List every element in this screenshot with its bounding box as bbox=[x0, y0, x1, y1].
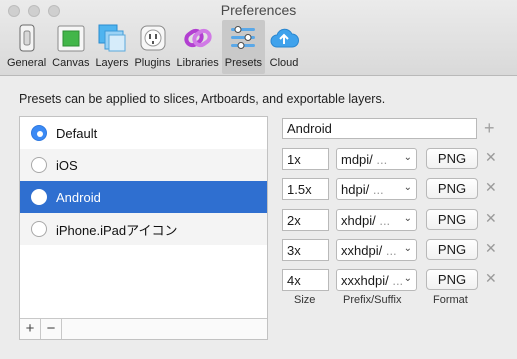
prefix-suffix-combobox[interactable]: xhdpi/ ... ⌄ bbox=[336, 209, 417, 231]
format-popup-button[interactable]: PNG bbox=[426, 178, 478, 199]
default-radio[interactable] bbox=[31, 157, 47, 173]
chevron-down-icon: ⌄ bbox=[403, 152, 412, 163]
prefix-value: xhdpi/ bbox=[341, 213, 376, 228]
preset-item-ios[interactable]: iOS bbox=[20, 149, 267, 181]
remove-row-icon[interactable]: ✕ bbox=[485, 149, 497, 166]
preferences-toolbar: General Canvas Layers Plugins Libraries … bbox=[4, 20, 303, 76]
tab-cloud-label: Cloud bbox=[269, 57, 299, 69]
export-row: 1.5x hdpi/ ... ⌄ PNG ✕ bbox=[282, 178, 502, 200]
title-toolbar: Preferences General Canvas Layers Plugin… bbox=[0, 0, 517, 76]
presets-description: Presets can be applied to slices, Artboa… bbox=[19, 92, 386, 106]
preset-name-field[interactable]: Android bbox=[282, 118, 477, 139]
remove-row-icon[interactable]: ✕ bbox=[485, 270, 497, 287]
tab-libraries-label: Libraries bbox=[176, 57, 219, 69]
canvas-icon bbox=[55, 22, 87, 54]
prefix-hint: ... bbox=[372, 182, 384, 197]
remove-row-icon[interactable]: ✕ bbox=[485, 210, 497, 227]
tab-plugins-label: Plugins bbox=[134, 57, 171, 69]
default-radio[interactable] bbox=[31, 189, 47, 205]
prefix-hint: ... bbox=[392, 273, 404, 288]
libraries-icon bbox=[182, 22, 214, 54]
tab-layers-label: Layers bbox=[95, 57, 129, 69]
tab-presets-label: Presets bbox=[224, 57, 263, 69]
preset-list: Default iOS Android iPhone.iPadアイコン + − bbox=[19, 116, 268, 340]
tab-general[interactable]: General bbox=[4, 20, 49, 74]
prefix-hint: ... bbox=[376, 152, 388, 167]
format-popup-button[interactable]: PNG bbox=[426, 209, 478, 230]
tab-cloud[interactable]: Cloud bbox=[265, 20, 303, 74]
layers-icon bbox=[96, 22, 128, 54]
tab-general-label: General bbox=[7, 57, 47, 69]
cloud-icon bbox=[268, 22, 300, 54]
tab-plugins[interactable]: Plugins bbox=[131, 20, 173, 74]
format-popup-button[interactable]: PNG bbox=[426, 148, 478, 169]
default-radio[interactable] bbox=[31, 221, 47, 237]
tab-canvas-label: Canvas bbox=[52, 57, 90, 69]
export-row: 4x xxxhdpi/ ... ⌄ PNG ✕ bbox=[282, 269, 502, 291]
prefix-suffix-combobox[interactable]: xxhdpi/ ... ⌄ bbox=[336, 239, 417, 261]
remove-preset-button[interactable]: − bbox=[41, 319, 62, 339]
general-icon bbox=[11, 22, 43, 54]
remove-row-icon[interactable]: ✕ bbox=[485, 179, 497, 196]
tab-libraries[interactable]: Libraries bbox=[174, 20, 222, 74]
prefix-value: hdpi/ bbox=[341, 182, 370, 197]
default-radio[interactable] bbox=[31, 125, 47, 141]
tab-layers[interactable]: Layers bbox=[92, 20, 131, 74]
preset-list-footer: + − bbox=[20, 318, 267, 339]
size-field[interactable]: 1.5x bbox=[282, 178, 329, 200]
chevron-down-icon: ⌄ bbox=[403, 273, 412, 284]
remove-row-icon[interactable]: ✕ bbox=[485, 240, 497, 257]
prefix-value: xxhdpi/ bbox=[341, 243, 383, 258]
preset-item-default[interactable]: Default bbox=[20, 117, 267, 149]
window-title: Preferences bbox=[220, 2, 297, 18]
preset-item-android[interactable]: Android bbox=[20, 181, 267, 213]
prefix-value: mdpi/ bbox=[341, 152, 373, 167]
add-preset-button[interactable]: + bbox=[20, 319, 41, 339]
format-column-label: Format bbox=[433, 294, 468, 306]
preset-item-label: iPhone.iPadアイコン bbox=[56, 222, 178, 238]
size-field[interactable]: 1x bbox=[282, 148, 329, 170]
format-popup-button[interactable]: PNG bbox=[426, 239, 478, 260]
tab-canvas[interactable]: Canvas bbox=[49, 20, 92, 74]
add-scale-icon[interactable]: + bbox=[484, 118, 495, 138]
size-column-label: Size bbox=[294, 294, 316, 306]
size-field[interactable]: 3x bbox=[282, 239, 329, 261]
preset-item-iphone-ipad[interactable]: iPhone.iPadアイコン bbox=[20, 213, 267, 245]
preset-item-label: iOS bbox=[56, 157, 78, 173]
prefix-hint: ... bbox=[379, 213, 391, 228]
chevron-down-icon: ⌄ bbox=[403, 182, 412, 193]
size-field[interactable]: 4x bbox=[282, 269, 329, 291]
format-popup-button[interactable]: PNG bbox=[426, 269, 478, 290]
size-field[interactable]: 2x bbox=[282, 209, 329, 231]
preset-item-label: Android bbox=[56, 189, 101, 205]
presets-icon bbox=[227, 22, 259, 54]
prefix-hint: ... bbox=[385, 243, 397, 258]
preferences-window: Preferences General Canvas Layers Plugin… bbox=[0, 0, 517, 359]
export-row: 1x mdpi/ ... ⌄ PNG ✕ bbox=[282, 148, 502, 170]
export-row: 3x xxhdpi/ ... ⌄ PNG ✕ bbox=[282, 239, 502, 261]
plugins-icon bbox=[137, 22, 169, 54]
prefix-suffix-combobox[interactable]: hdpi/ ... ⌄ bbox=[336, 178, 417, 200]
prefix-suffix-combobox[interactable]: mdpi/ ... ⌄ bbox=[336, 148, 417, 170]
prefix-suffix-column-label: Prefix/Suffix bbox=[343, 294, 402, 306]
tab-presets[interactable]: Presets bbox=[221, 20, 266, 74]
chevron-down-icon: ⌄ bbox=[403, 243, 412, 254]
preset-item-label: Default bbox=[56, 125, 98, 141]
export-row: 2x xhdpi/ ... ⌄ PNG ✕ bbox=[282, 209, 502, 231]
chevron-down-icon: ⌄ bbox=[403, 213, 412, 224]
prefix-suffix-combobox[interactable]: xxxhdpi/ ... ⌄ bbox=[336, 269, 417, 291]
prefix-value: xxxhdpi/ bbox=[341, 273, 389, 288]
